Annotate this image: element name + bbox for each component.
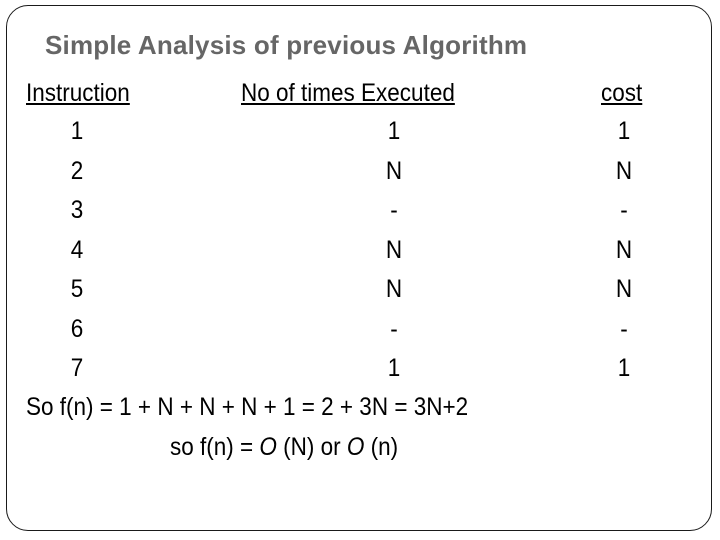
times-executed-cell: 1 <box>387 354 401 382</box>
instruction-cell: 7 <box>70 354 84 382</box>
cost-cell: - <box>620 314 628 343</box>
formula-prefix: so f(n) = <box>170 433 260 461</box>
instruction-cell: 1 <box>70 117 84 145</box>
slide-title: Simple Analysis of previous Algorithm <box>45 30 528 60</box>
times-executed-cell: - <box>390 314 398 343</box>
instruction-cell: 5 <box>70 275 84 303</box>
cost-cell: N <box>615 235 633 264</box>
cost-cell: N <box>615 275 633 303</box>
cost-cell: - <box>620 196 628 224</box>
instruction-cell: 3 <box>70 196 84 224</box>
instruction-cell: 4 <box>70 235 84 264</box>
times-executed-cell: N <box>385 235 403 264</box>
times-executed-cell: 1 <box>387 117 401 145</box>
cost-cell: N <box>615 156 633 185</box>
times-executed-cell: - <box>390 196 398 224</box>
times-executed-cell: N <box>385 156 403 185</box>
cost-cell: 1 <box>617 354 631 382</box>
formula-line-2: so f(n) = O (N) or O (n) <box>170 435 398 460</box>
big-o-symbol: O <box>259 433 277 461</box>
formula-line-1: So f(n) = 1 + N + N + N + 1 = 2 + 3N = 3… <box>26 393 469 421</box>
big-o-symbol: O <box>346 433 365 461</box>
formula-mid: (N) or <box>276 433 347 461</box>
instruction-cell: 2 <box>70 156 84 185</box>
header-instruction: Instruction <box>26 79 130 107</box>
instruction-cell: 6 <box>70 314 84 343</box>
header-cost: cost <box>601 79 643 107</box>
cost-cell: 1 <box>617 117 631 145</box>
header-times-executed: No of times Executed <box>241 79 455 107</box>
formula-suffix: (n) <box>364 433 399 461</box>
times-executed-cell: N <box>385 275 403 303</box>
